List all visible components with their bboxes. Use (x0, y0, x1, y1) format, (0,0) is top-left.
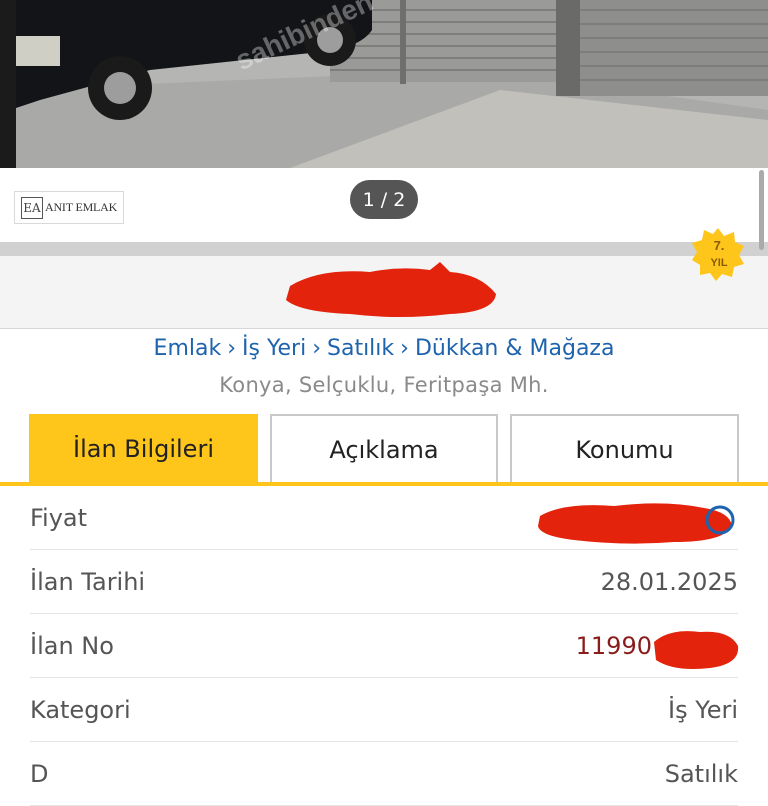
detail-label: İlan Tarihi (30, 567, 146, 596)
detail-row-ilan-tarihi: İlan Tarihi 28.01.2025 (30, 550, 738, 614)
listing-photo[interactable]: sahibinden (0, 0, 768, 168)
detail-value: 11990 (575, 631, 652, 660)
price-redaction (538, 503, 735, 544)
tab-konumu[interactable]: Konumu (510, 414, 739, 484)
detail-label: Fiyat (30, 503, 88, 532)
detail-row-durumu: D Satılık (30, 742, 738, 806)
separator-bar (0, 242, 768, 256)
detail-label: D (30, 759, 49, 788)
breadcrumb-item-satilik[interactable]: Satılık (327, 336, 394, 361)
tab-label: İlan Bilgileri (73, 435, 214, 463)
chevron-right-icon: › (227, 336, 237, 361)
badge-line2: YIL (710, 257, 727, 269)
photo-counter: 1 / 2 (350, 180, 418, 219)
detail-label: İlan No (30, 631, 114, 660)
breadcrumb-item-is-yeri[interactable]: İş Yeri (242, 336, 306, 361)
agency-logo-mark: EA (21, 196, 43, 219)
listing-location: Konya, Selçuklu, Feritpaşa Mh. (219, 373, 549, 397)
scrollbar-thumb[interactable] (759, 170, 764, 250)
detail-value: İş Yeri (668, 695, 738, 724)
agency-logo: EA ANIT EMLAK (14, 191, 124, 224)
breadcrumb: Emlak › İş Yeri › Satılık › Dükkan & Mağaza (0, 336, 768, 361)
detail-value: Satılık (664, 759, 738, 788)
breadcrumb-item-emlak[interactable]: Emlak (154, 336, 222, 361)
year-badge: 7. YIL (692, 228, 744, 281)
tab-label: Açıklama (329, 436, 439, 464)
redaction-mark (286, 262, 496, 317)
id-redaction (654, 631, 739, 669)
chevron-right-icon: › (312, 336, 321, 361)
tab-ilan-bilgileri[interactable]: İlan Bilgileri (29, 414, 258, 484)
tab-aciklama[interactable]: Açıklama (270, 414, 498, 484)
tab-label: Konumu (575, 436, 674, 464)
agency-name: ANIT EMLAK (45, 200, 118, 214)
detail-row-kategori: Kategori İş Yeri (30, 678, 738, 742)
detail-row-ilan-no: İlan No 11990 (30, 614, 738, 678)
badge-line1: 7. (714, 238, 725, 253)
breadcrumb-item-dukkan[interactable]: Dükkan & Mağaza (415, 336, 614, 361)
detail-value: 28.01.2025 (600, 567, 738, 596)
photo-image: sahibinden (0, 0, 768, 168)
listing-title-area (0, 256, 768, 329)
detail-label: Kategori (30, 695, 131, 724)
chevron-right-icon: › (400, 336, 409, 361)
